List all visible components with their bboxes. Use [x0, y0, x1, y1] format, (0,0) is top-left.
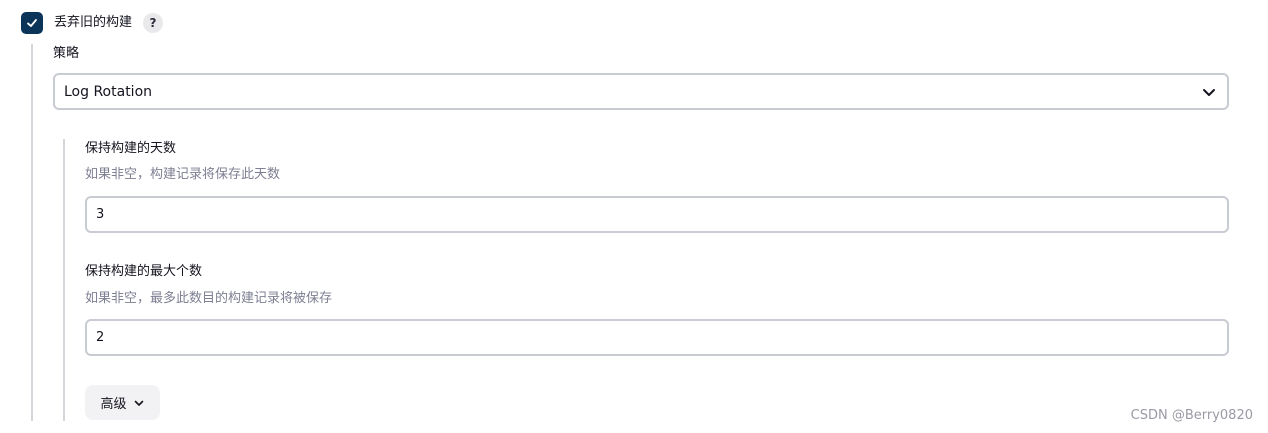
chevron-down-icon [1203, 89, 1215, 96]
strategy-label: 策略 [53, 46, 80, 61]
discard-old-builds-label[interactable]: 丢弃旧的构建 [54, 12, 132, 34]
nested-section-border [31, 44, 33, 421]
help-icon[interactable]: ? [143, 13, 164, 33]
watermark: CSDN @Berry0820 [1130, 408, 1253, 423]
num-to-keep-input[interactable] [85, 319, 1229, 356]
advanced-label: 高级 [100, 397, 127, 412]
strategy-selected-value: Log Rotation [64, 83, 153, 100]
log-rotation-section-border [63, 139, 65, 421]
advanced-button[interactable]: 高级 [85, 385, 160, 420]
days-to-keep-description: 如果非空，构建记录将保存此天数 [85, 167, 281, 182]
build-discarder-section: 丢弃旧的构建 ? 策略 Log Rotation 保持构建的天数 如果非空，构建… [0, 0, 1268, 433]
num-to-keep-description: 如果非空，最多此数目的构建记录将被保存 [85, 291, 333, 306]
discard-old-builds-checkbox[interactable] [21, 12, 43, 34]
days-to-keep-input[interactable] [85, 196, 1229, 233]
days-to-keep-label: 保持构建的天数 [85, 141, 177, 156]
num-to-keep-label: 保持构建的最大个数 [85, 264, 203, 279]
chevron-down-icon [134, 400, 143, 406]
checkmark-icon [27, 19, 37, 27]
strategy-select[interactable]: Log Rotation [53, 73, 1229, 110]
discard-old-builds-row: 丢弃旧的构建 ? [21, 11, 164, 35]
